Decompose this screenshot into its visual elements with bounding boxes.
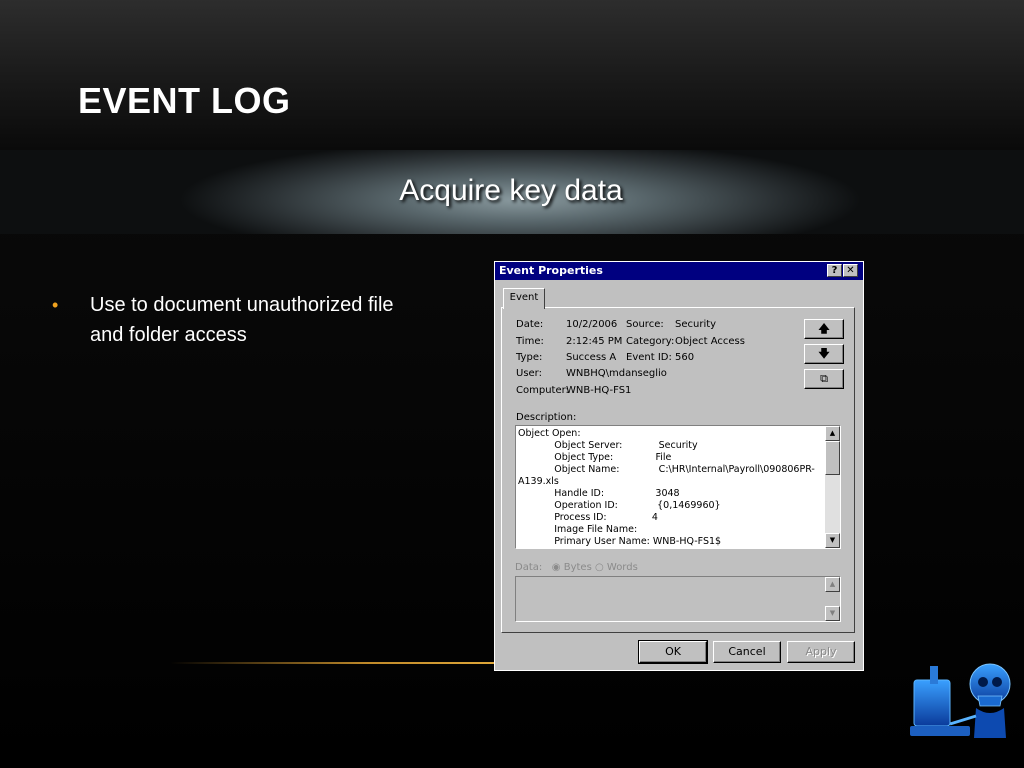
close-button[interactable]: ✕ <box>843 264 858 277</box>
description-text: Object Open: Object Server: Security Obj… <box>518 428 815 547</box>
source-label: Source: <box>626 319 664 330</box>
date-value: 10/2/2006 <box>566 319 618 330</box>
time-value: 2:12:45 PM <box>566 336 623 347</box>
apply-button[interactable]: Apply <box>787 641 855 663</box>
computer-label: Computer: <box>516 385 569 396</box>
description-scrollbar[interactable]: ▲ ▼ <box>825 426 840 548</box>
data-label: Data: <box>515 562 543 573</box>
date-label: Date: <box>516 319 544 330</box>
source-value: Security <box>675 319 717 330</box>
arrow-up-icon: 🡅 <box>818 322 830 335</box>
description-label: Description: <box>516 412 577 423</box>
arrow-down-icon: 🡇 <box>818 347 830 360</box>
user-value: WNBHQ\mdanseglio <box>566 368 667 379</box>
scroll-down-icon[interactable]: ▼ <box>825 533 840 548</box>
data-textbox[interactable]: ▲ ▼ <box>515 576 841 622</box>
words-radio-icon[interactable]: ○ <box>595 562 604 573</box>
description-textbox[interactable]: Object Open: Object Server: Security Obj… <box>515 425 841 549</box>
computer-value: WNB-HQ-FS1 <box>566 385 632 396</box>
next-event-button[interactable]: 🡇 <box>804 344 844 364</box>
subtitle: Acquire key data <box>399 174 623 207</box>
scroll-up-icon[interactable]: ▲ <box>825 426 840 441</box>
eventid-value: 560 <box>675 352 695 363</box>
data-scrollbar: ▲ ▼ <box>825 577 840 621</box>
bullet-text: Use to document unauthorized file and fo… <box>90 294 394 346</box>
previous-event-button[interactable]: 🡅 <box>804 319 844 339</box>
scroll-thumb[interactable] <box>825 441 840 475</box>
dialog-title: Event Properties <box>499 264 603 277</box>
bytes-radio-icon[interactable]: ◉ <box>552 562 561 573</box>
copy-button[interactable]: ⧉ <box>804 369 844 389</box>
bullet-dot-icon: • <box>52 295 59 315</box>
type-value: Success A <box>566 352 617 363</box>
category-value: Object Access <box>675 336 745 347</box>
data-format-row: Data: ◉ Bytes ○ Words <box>515 562 638 573</box>
user-label: User: <box>516 368 542 379</box>
bytes-radio-label[interactable]: Bytes <box>564 562 592 573</box>
eventid-label: Event ID: <box>626 352 672 363</box>
words-radio-label[interactable]: Words <box>607 562 638 573</box>
dialog-titlebar[interactable]: Event Properties ? ✕ <box>495 262 863 280</box>
slide-title: EVENT LOG <box>78 80 291 121</box>
event-properties-dialog: Event Properties ? ✕ Event Date: 10/2/20… <box>494 261 864 671</box>
skull-hacker-logo-icon <box>910 663 1011 738</box>
time-label: Time: <box>516 336 544 347</box>
data-scroll-up-icon: ▲ <box>825 577 840 592</box>
cancel-button[interactable]: Cancel <box>713 641 781 663</box>
copy-icon: ⧉ <box>820 372 828 385</box>
tab-event[interactable]: Event <box>503 288 545 309</box>
ok-button[interactable]: OK <box>638 640 708 664</box>
decorative-glow-line <box>170 662 500 664</box>
bullet-item: • Use to document unauthorized file and … <box>52 290 432 350</box>
category-label: Category: <box>626 336 675 347</box>
subtitle-band: Acquire key data <box>0 150 1024 234</box>
help-button[interactable]: ? <box>827 264 842 277</box>
type-label: Type: <box>516 352 543 363</box>
data-scroll-down-icon: ▼ <box>825 606 840 621</box>
